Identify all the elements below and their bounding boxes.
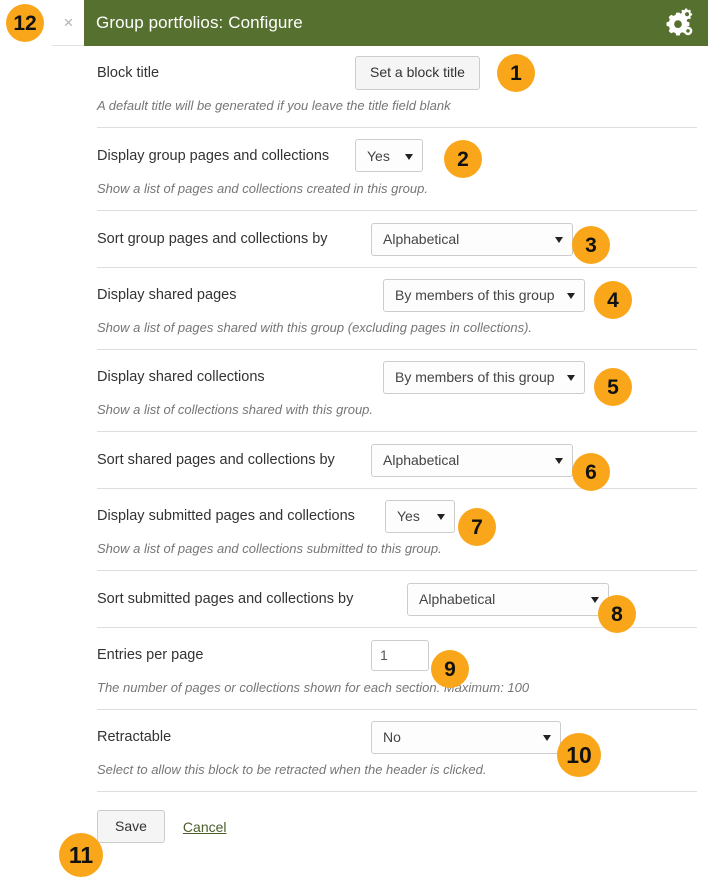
label-display-group-pages: Display group pages and collections [97,147,330,164]
select-value: By members of this group [395,287,555,303]
help-display-group-pages: Show a list of pages and collections cre… [97,181,428,196]
select-value: Yes [367,147,390,164]
select-retractable[interactable]: No [371,720,561,754]
select-value: Alphabetical [383,452,460,468]
help-display-shared-pages: Show a list of pages shared with this gr… [97,320,533,335]
field-row-retractable: Retractable No Select to allow this bloc… [97,710,697,792]
select-value: By members of this group [395,369,555,385]
label-display-shared-pages: Display shared pages [97,287,237,303]
field-row-display-group-pages: Display group pages and collections Yes … [97,128,697,211]
select-display-shared-pages[interactable]: By members of this group [383,278,585,312]
select-value: Alphabetical [383,231,460,247]
help-entries-per-page: The number of pages or collections shown… [97,680,530,695]
label-display-shared-collections: Display shared collections [97,369,265,385]
annotation-marker-2: 2 [444,140,482,178]
select-sort-submitted-pages[interactable]: Alphabetical [407,582,609,616]
annotation-marker-5: 5 [594,368,632,406]
cancel-link[interactable]: Cancel [183,819,227,835]
label-sort-group-pages: Sort group pages and collections by [97,231,328,247]
annotation-marker-9: 9 [431,650,469,688]
help-display-shared-collections: Show a list of collections shared with t… [97,402,374,417]
chevron-down-icon [567,375,575,381]
annotation-marker-8: 8 [598,595,636,633]
close-icon: × [63,13,74,32]
label-display-submitted-pages: Display submitted pages and collections [97,508,355,524]
annotation-marker-6: 6 [572,453,610,491]
help-display-submitted-pages: Show a list of pages and collections sub… [97,541,442,556]
chevron-down-icon [555,458,563,464]
annotation-marker-3: 3 [572,226,610,264]
chevron-down-icon [543,735,551,741]
configure-form: Block title Set a block title A default … [97,46,697,844]
chevron-down-icon [405,153,413,160]
form-actions: Save Cancel [97,792,697,844]
field-row-display-submitted-pages: Display submitted pages and collections … [97,489,697,571]
select-value: Alphabetical [419,591,496,607]
set-block-title-button[interactable]: Set a block title [355,56,480,90]
label-sort-shared-pages: Sort shared pages and collections by [97,452,335,468]
label-block-title: Block title [97,65,160,81]
help-retractable: Select to allow this block to be retract… [97,762,487,777]
annotation-marker-7: 7 [458,508,496,546]
chevron-down-icon [437,514,445,520]
annotation-marker-11: 11 [59,833,103,877]
chevron-down-icon [591,597,599,603]
select-display-shared-collections[interactable]: By members of this group [383,360,585,394]
save-button[interactable]: Save [97,810,165,844]
close-button[interactable]: × [52,0,86,46]
field-row-entries-per-page: Entries per page The number of pages or … [97,628,697,710]
select-display-submitted-pages[interactable]: Yes [385,499,455,533]
select-value: No [383,729,401,745]
dialog-titlebar: Group portfolios: Configure [84,0,708,46]
help-block-title: A default title will be generated if you… [97,98,451,113]
select-value: Yes [397,508,420,524]
select-sort-group-pages[interactable]: Alphabetical [371,222,573,256]
select-sort-shared-pages[interactable]: Alphabetical [371,443,573,477]
entries-per-page-input[interactable] [371,639,429,671]
label-sort-submitted-pages: Sort submitted pages and collections by [97,591,354,607]
label-entries-per-page: Entries per page [97,647,204,663]
annotation-marker-12: 12 [6,4,44,42]
select-display-group-pages[interactable]: Yes [355,139,423,172]
annotation-marker-4: 4 [594,281,632,319]
field-row-block-title: Block title Set a block title A default … [97,46,697,128]
label-retractable: Retractable [97,729,172,745]
chevron-down-icon [567,293,575,299]
page-title: Group portfolios: Configure [96,13,303,32]
chevron-down-icon [555,237,563,243]
annotation-marker-10: 10 [557,733,601,777]
annotation-marker-1: 1 [497,54,535,92]
cogs-icon[interactable] [664,8,694,38]
